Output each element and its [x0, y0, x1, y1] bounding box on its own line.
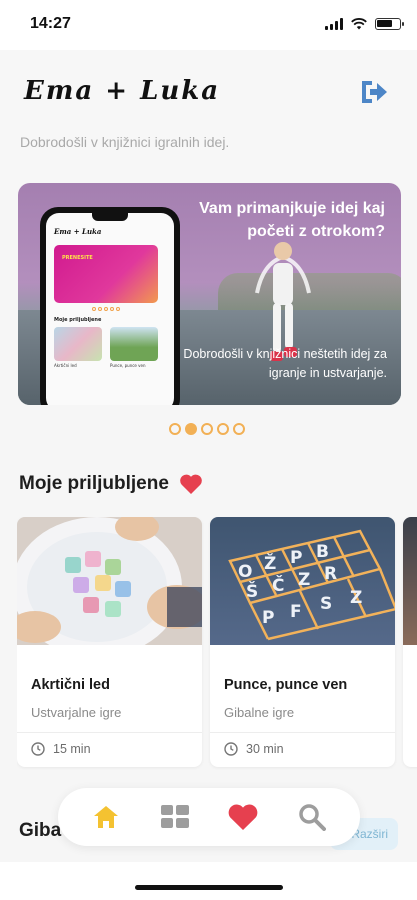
card-photo — [403, 517, 417, 645]
promo-banner[interactable]: Ema + Luka PRENESITE Moje priljubljene A… — [18, 183, 401, 405]
card-duration: 15 min — [31, 742, 91, 756]
bottom-safe-area — [0, 862, 417, 900]
grid-icon — [160, 805, 189, 828]
banner-headline: Vam primanjkuje idej kaj početi z otroko… — [199, 200, 385, 240]
card-divider — [17, 732, 202, 733]
heart-icon — [180, 474, 202, 494]
logout-button[interactable] — [359, 78, 389, 106]
clock-icon — [31, 742, 45, 756]
phone-mockup: Ema + Luka PRENESITE Moje priljubljene A… — [40, 207, 180, 405]
carousel-dots — [169, 423, 245, 435]
card-title: Punce, punce ven — [224, 677, 348, 693]
favorite-card[interactable]: Akrtični led Ustvarjalne igre 15 min — [17, 517, 202, 767]
mockup-dots — [92, 307, 120, 311]
mockup-card-label-1: Akrtični led — [54, 363, 77, 368]
svg-text:Z: Z — [350, 588, 362, 608]
mockup-banner: PRENESITE — [54, 245, 158, 303]
svg-text:Š: Š — [246, 580, 258, 602]
card-category: Ustvarjalne igre — [31, 705, 122, 720]
favorite-card[interactable]: OŽPB ŠČZR PFSZ Punce, punce ven Gibalne … — [210, 517, 395, 767]
page-subtitle: Dobrodošli v knjižnici igralnih idej. — [20, 134, 230, 150]
status-time: 14:27 — [30, 15, 71, 32]
favorites-section-title: Moje priljubljene — [19, 473, 203, 495]
svg-text:B: B — [316, 542, 329, 562]
card-duration: 30 min — [224, 742, 284, 756]
search-icon — [299, 804, 326, 831]
app-header: Ema + Luka Dobrodošli v knjižnici igraln… — [0, 50, 417, 190]
phone-notch — [92, 213, 128, 221]
carousel-dot-3[interactable] — [201, 423, 213, 435]
phone-screen: Ema + Luka PRENESITE Moje priljubljene A… — [46, 213, 174, 405]
mockup-card-field — [110, 327, 158, 361]
status-bar: 14:27 — [0, 0, 417, 50]
carousel-dot-5[interactable] — [233, 423, 245, 435]
mockup-title: Ema + Luka — [54, 227, 102, 236]
card-title: Akrtični led — [31, 677, 110, 693]
svg-text:Ž: Ž — [264, 552, 276, 574]
svg-text:P: P — [262, 608, 274, 628]
ice-cubes-photo — [17, 517, 202, 645]
heart-icon — [228, 804, 258, 830]
wifi-icon — [351, 18, 367, 30]
home-indicator[interactable] — [135, 885, 283, 890]
movement-games-section-title: Giba — [19, 820, 62, 841]
app-title: Ema + Luka — [24, 76, 221, 106]
home-icon — [94, 806, 119, 828]
carousel-dot-1[interactable] — [169, 423, 181, 435]
svg-text:P: P — [290, 548, 302, 568]
logout-icon — [362, 81, 387, 103]
nav-favorites[interactable] — [223, 797, 263, 837]
mockup-banner-text: PRENESITE — [62, 255, 93, 261]
carousel-dot-4[interactable] — [217, 423, 229, 435]
svg-text:O: O — [238, 562, 252, 582]
mockup-section-title: Moje priljubljene — [54, 317, 102, 323]
svg-text:R: R — [324, 564, 337, 584]
bottom-nav — [58, 788, 360, 846]
battery-icon — [375, 18, 404, 30]
nav-search[interactable] — [292, 797, 332, 837]
svg-text:Č: Č — [272, 574, 284, 596]
svg-text:S: S — [320, 594, 332, 614]
signal-icon — [325, 18, 343, 30]
favorites-title-text: Moje priljubljene — [19, 473, 169, 494]
svg-text:F: F — [290, 602, 302, 622]
mockup-card-ice — [54, 327, 102, 361]
favorite-card-peek[interactable] — [403, 517, 417, 767]
carousel-dot-2[interactable] — [185, 423, 197, 435]
card-duration-text: 15 min — [53, 742, 91, 756]
card-duration-text: 30 min — [246, 742, 284, 756]
nav-categories[interactable] — [155, 797, 195, 837]
svg-text:Z: Z — [298, 570, 310, 590]
clock-icon — [224, 742, 238, 756]
nav-home[interactable] — [86, 797, 126, 837]
mockup-card-label-2: Punce, punce ven — [110, 363, 146, 368]
status-icons — [325, 18, 404, 30]
favorites-carousel[interactable]: Akrtični led Ustvarjalne igre 15 min O Ž… — [17, 517, 417, 772]
card-divider — [210, 732, 395, 733]
card-category: Gibalne igre — [224, 705, 295, 720]
banner-caption: Dobrodošli v knjižnici neštetih idej za … — [183, 347, 387, 380]
hopscotch-photo: OŽPB ŠČZR PFSZ — [210, 517, 395, 645]
